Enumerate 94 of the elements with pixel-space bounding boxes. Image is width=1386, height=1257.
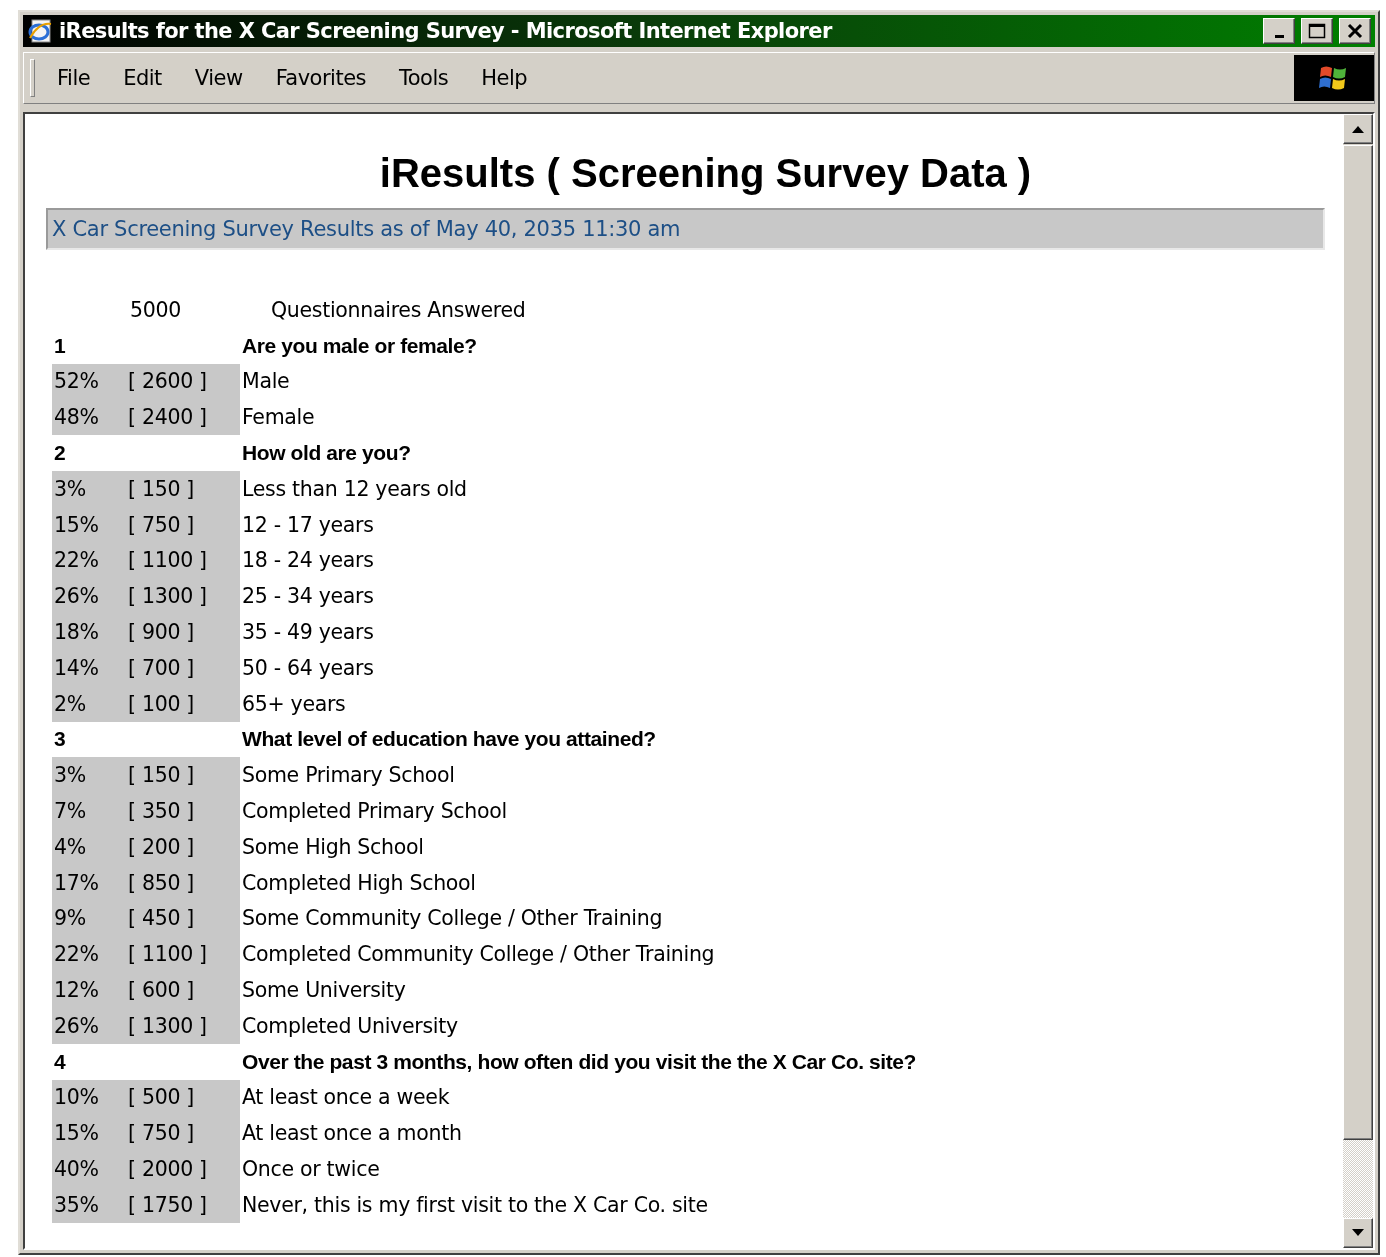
count-cell: [ 750 ] bbox=[126, 1115, 240, 1152]
menu-item[interactable]: Favorites bbox=[267, 64, 374, 92]
percent-cell: 18% bbox=[52, 614, 126, 650]
answer-label: 12 - 17 years bbox=[241, 511, 375, 539]
answer-label: Some High School bbox=[241, 833, 425, 861]
answer-label: 65+ years bbox=[241, 690, 347, 718]
close-button[interactable] bbox=[1339, 18, 1371, 44]
percent-cell: 22% bbox=[52, 936, 126, 973]
percent-cell: 9% bbox=[52, 900, 126, 937]
count-cell: [ 750 ] bbox=[126, 506, 240, 543]
question-number: 4 bbox=[53, 1048, 67, 1075]
percent-cell: 48% bbox=[52, 399, 126, 436]
up-arrow-icon bbox=[1351, 124, 1365, 134]
page-heading: iResults ( Screening Survey Data ) bbox=[378, 150, 1033, 197]
menu-item[interactable]: Help bbox=[473, 64, 536, 92]
percent-cell: 4% bbox=[52, 828, 126, 865]
answer-label: 50 - 64 years bbox=[241, 654, 375, 682]
menu-item[interactable]: File bbox=[49, 64, 99, 92]
percent-cell: 15% bbox=[52, 506, 126, 543]
scroll-up-button[interactable] bbox=[1343, 114, 1373, 144]
count-cell: [ 200 ] bbox=[126, 828, 240, 865]
answer-label: At least once a month bbox=[241, 1120, 463, 1148]
down-arrow-icon bbox=[1351, 1228, 1365, 1238]
answer-label: Some Primary School bbox=[241, 762, 456, 790]
answer-label: Some Community College / Other Training bbox=[241, 905, 664, 933]
count-cell: [ 350 ] bbox=[126, 793, 240, 829]
count-cell: [ 100 ] bbox=[126, 685, 240, 722]
answer-label: Never, this is my first visit to the X Car Co. site bbox=[241, 1191, 709, 1219]
count-cell: [ 150 ] bbox=[126, 757, 240, 794]
percent-cell: 52% bbox=[52, 363, 126, 400]
percent-cell: 2% bbox=[52, 685, 126, 722]
count-cell: [ 2400 ] bbox=[126, 399, 240, 436]
percent-cell: 26% bbox=[52, 578, 126, 615]
percent-cell: 40% bbox=[52, 1151, 126, 1187]
count-cell: [ 500 ] bbox=[126, 1079, 240, 1116]
scroll-down-button[interactable] bbox=[1343, 1218, 1373, 1248]
count-cell: [ 600 ] bbox=[126, 972, 240, 1008]
question-number: 1 bbox=[53, 332, 67, 359]
answer-label: Completed University bbox=[241, 1012, 459, 1040]
question-text: Are you male or female? bbox=[241, 332, 478, 359]
window-title: iResults for the X Car Screening Survey - Microsoft Internet Explorer bbox=[59, 19, 834, 43]
percent-cell: 3% bbox=[52, 757, 126, 794]
count-cell: [ 1300 ] bbox=[126, 1007, 240, 1044]
answer-label: Completed High School bbox=[241, 869, 477, 897]
count-cell: [ 150 ] bbox=[126, 471, 240, 507]
percent-cell: 35% bbox=[52, 1186, 126, 1223]
total-count: 5000 bbox=[129, 296, 182, 324]
answer-label: Completed Primary School bbox=[241, 798, 508, 826]
answer-label: Female bbox=[241, 404, 316, 432]
answer-label: 18 - 24 years bbox=[241, 547, 375, 575]
count-cell: [ 900 ] bbox=[126, 614, 240, 650]
percent-cell: 14% bbox=[52, 649, 126, 686]
count-cell: [ 2600 ] bbox=[126, 363, 240, 400]
percent-cell: 15% bbox=[52, 1115, 126, 1152]
answer-label: Some University bbox=[241, 977, 407, 1005]
answer-label: 25 - 34 years bbox=[241, 583, 375, 611]
count-cell: [ 1750 ] bbox=[126, 1186, 240, 1223]
percent-cell: 10% bbox=[52, 1079, 126, 1116]
count-cell: [ 450 ] bbox=[126, 900, 240, 937]
minimize-icon bbox=[1274, 34, 1284, 38]
question-number: 2 bbox=[53, 440, 67, 467]
minimize-button[interactable] bbox=[1263, 18, 1295, 44]
question-number: 3 bbox=[53, 726, 67, 753]
percent-cell: 12% bbox=[52, 972, 126, 1008]
menu-item[interactable]: Edit bbox=[115, 64, 170, 92]
question-text: What level of education have you attained? bbox=[241, 726, 657, 753]
percent-cell: 3% bbox=[52, 471, 126, 507]
count-cell: [ 1300 ] bbox=[126, 578, 240, 615]
percent-cell: 26% bbox=[52, 1007, 126, 1044]
percent-cell: 7% bbox=[52, 793, 126, 829]
results-banner-text: X Car Screening Survey Results as of May 40, 2035 11:30 am bbox=[52, 217, 681, 241]
answer-label: 35 - 49 years bbox=[241, 619, 375, 647]
menu-item[interactable]: View bbox=[186, 64, 251, 92]
count-cell: [ 850 ] bbox=[126, 864, 240, 901]
count-cell: [ 2000 ] bbox=[126, 1151, 240, 1187]
close-icon bbox=[1347, 23, 1363, 39]
maximize-button[interactable] bbox=[1301, 18, 1333, 44]
answer-label: At least once a week bbox=[241, 1084, 451, 1112]
answer-label: Once or twice bbox=[241, 1156, 381, 1183]
percent-cell: 17% bbox=[52, 864, 126, 901]
browser-icon bbox=[27, 18, 53, 44]
question-text: How old are you? bbox=[241, 440, 412, 467]
answer-label: Male bbox=[241, 368, 291, 396]
total-label: Questionnaires Answered bbox=[270, 296, 527, 324]
percent-cell: 22% bbox=[52, 542, 126, 579]
scrollbar-thumb[interactable] bbox=[1343, 145, 1373, 1140]
answer-label: Less than 12 years old bbox=[241, 475, 468, 503]
count-cell: [ 1100 ] bbox=[126, 936, 240, 973]
count-cell: [ 700 ] bbox=[126, 649, 240, 686]
count-cell: [ 1100 ] bbox=[126, 542, 240, 579]
maximize-icon bbox=[1308, 23, 1326, 39]
menu-item[interactable]: Tools bbox=[391, 64, 457, 92]
question-text: Over the past 3 months, how often did you visit the the X Car Co. site? bbox=[241, 1048, 918, 1075]
answer-label: Completed Community College / Other Training bbox=[241, 941, 716, 969]
